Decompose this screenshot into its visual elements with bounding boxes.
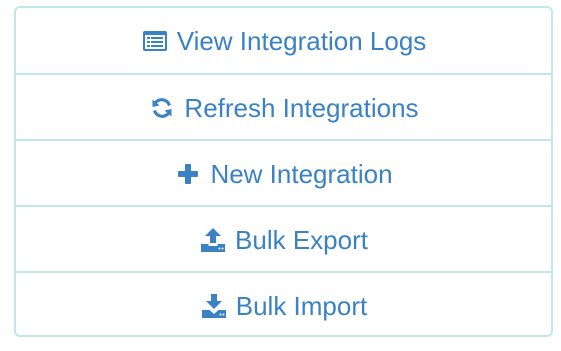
refresh-integrations-label: Refresh Integrations <box>184 93 419 123</box>
new-integration-label: New Integration <box>210 159 393 189</box>
new-integration-button[interactable]: New Integration <box>16 139 551 207</box>
bulk-export-label: Bulk Export <box>235 225 368 255</box>
list-alt-icon <box>141 27 169 55</box>
bulk-import-button[interactable]: Bulk Import <box>16 271 551 335</box>
plus-icon <box>174 160 202 188</box>
refresh-icon <box>148 94 176 122</box>
download-icon <box>200 292 228 320</box>
integration-actions-panel: View Integration Logs Refresh Integratio… <box>14 6 553 337</box>
view-integration-logs-button[interactable]: View Integration Logs <box>16 8 551 74</box>
bulk-import-label: Bulk Import <box>235 291 368 321</box>
bulk-export-button[interactable]: Bulk Export <box>16 205 551 273</box>
refresh-integrations-button[interactable]: Refresh Integrations <box>16 73 551 141</box>
upload-icon <box>199 226 227 254</box>
view-integration-logs-label: View Integration Logs <box>176 26 427 56</box>
